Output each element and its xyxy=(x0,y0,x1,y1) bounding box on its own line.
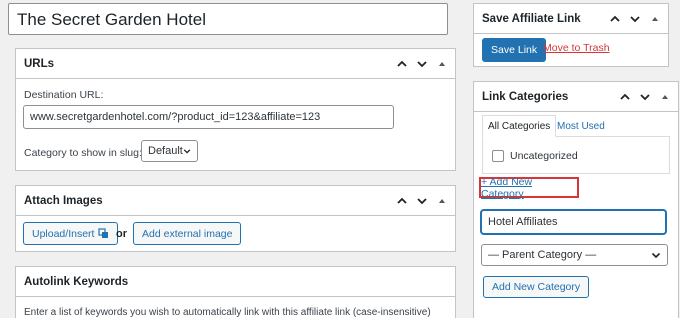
category-slug-label: Category to show in slug: xyxy=(24,147,142,159)
move-down-icon[interactable] xyxy=(636,88,654,106)
category-list-panel: Uncategorized xyxy=(482,136,670,174)
save-box-header: Save Affiliate Link xyxy=(474,4,668,34)
upload-insert-button[interactable]: Upload/Insert xyxy=(23,222,119,245)
move-down-icon[interactable] xyxy=(413,192,431,210)
move-to-trash-link[interactable]: Move to Trash xyxy=(543,42,610,54)
category-checkbox[interactable] xyxy=(492,150,504,162)
move-up-icon[interactable] xyxy=(393,55,411,73)
autolink-keywords-header: Autolink Keywords xyxy=(16,267,455,297)
link-categories-box: Link Categories All Categories Most Used… xyxy=(473,81,679,318)
move-up-icon[interactable] xyxy=(393,192,411,210)
destination-url-input[interactable]: www.secretgardenhotel.com/?product_id=12… xyxy=(23,105,394,129)
urls-box-header: URLs xyxy=(16,49,455,79)
post-title-input[interactable]: The Secret Garden Hotel xyxy=(8,3,448,35)
toggle-panel-icon[interactable] xyxy=(656,88,674,106)
add-new-category-label: + Add New Category xyxy=(481,175,533,200)
category-slug-value: Default xyxy=(148,145,183,157)
or-text: or xyxy=(116,228,127,240)
move-up-icon[interactable] xyxy=(616,88,634,106)
attach-images-title: Attach Images xyxy=(24,194,103,207)
destination-url-label: Destination URL: xyxy=(24,89,104,101)
toggle-panel-icon[interactable] xyxy=(646,10,664,28)
chevron-down-icon xyxy=(651,252,661,259)
autolink-keywords-title: Autolink Keywords xyxy=(24,275,129,288)
category-slug-select[interactable]: Default xyxy=(141,140,198,162)
tab-most-used-label: Most Used xyxy=(557,120,605,132)
category-item-uncategorized[interactable]: Uncategorized xyxy=(492,150,578,162)
tab-all-categories-label: All Categories xyxy=(488,120,551,132)
save-box-title: Save Affiliate Link xyxy=(482,12,581,25)
autolink-description: Enter a list of keywords you wish to aut… xyxy=(24,307,431,318)
add-new-category-button[interactable]: Add New Category xyxy=(483,276,590,298)
parent-category-select[interactable]: — Parent Category — xyxy=(481,244,668,266)
save-link-button[interactable]: Save Link xyxy=(482,38,547,62)
attach-images-box: Attach Images Upload/Insert or Add exter… xyxy=(15,185,456,252)
upload-insert-label: Upload/Insert xyxy=(32,227,95,240)
toggle-panel-icon[interactable] xyxy=(433,192,451,210)
link-categories-title: Link Categories xyxy=(482,90,569,103)
media-icon xyxy=(98,228,109,238)
move-down-icon[interactable] xyxy=(413,55,431,73)
move-up-icon[interactable] xyxy=(606,10,624,28)
add-external-image-button[interactable]: Add external image xyxy=(133,222,242,245)
chevron-down-icon xyxy=(183,149,191,154)
autolink-keywords-box: Autolink Keywords Enter a list of keywor… xyxy=(15,266,456,318)
move-down-icon[interactable] xyxy=(626,10,644,28)
urls-box-title: URLs xyxy=(24,57,55,70)
tab-all-categories[interactable]: All Categories xyxy=(482,115,557,137)
toggle-panel-icon[interactable] xyxy=(433,55,451,73)
add-new-category-link[interactable]: + Add New Category xyxy=(479,175,579,200)
attach-images-header: Attach Images xyxy=(16,186,455,216)
category-label: Uncategorized xyxy=(510,150,578,162)
save-affiliate-link-box: Save Affiliate Link Save Link Move to Tr… xyxy=(473,3,669,67)
urls-box: URLs Destination URL: www.secretgardenho… xyxy=(15,48,456,171)
link-categories-header: Link Categories xyxy=(474,82,678,112)
tab-most-used[interactable]: Most Used xyxy=(554,115,608,137)
new-category-input[interactable]: Hotel Affiliates xyxy=(481,210,666,234)
parent-category-value: — Parent Category — xyxy=(488,249,597,261)
